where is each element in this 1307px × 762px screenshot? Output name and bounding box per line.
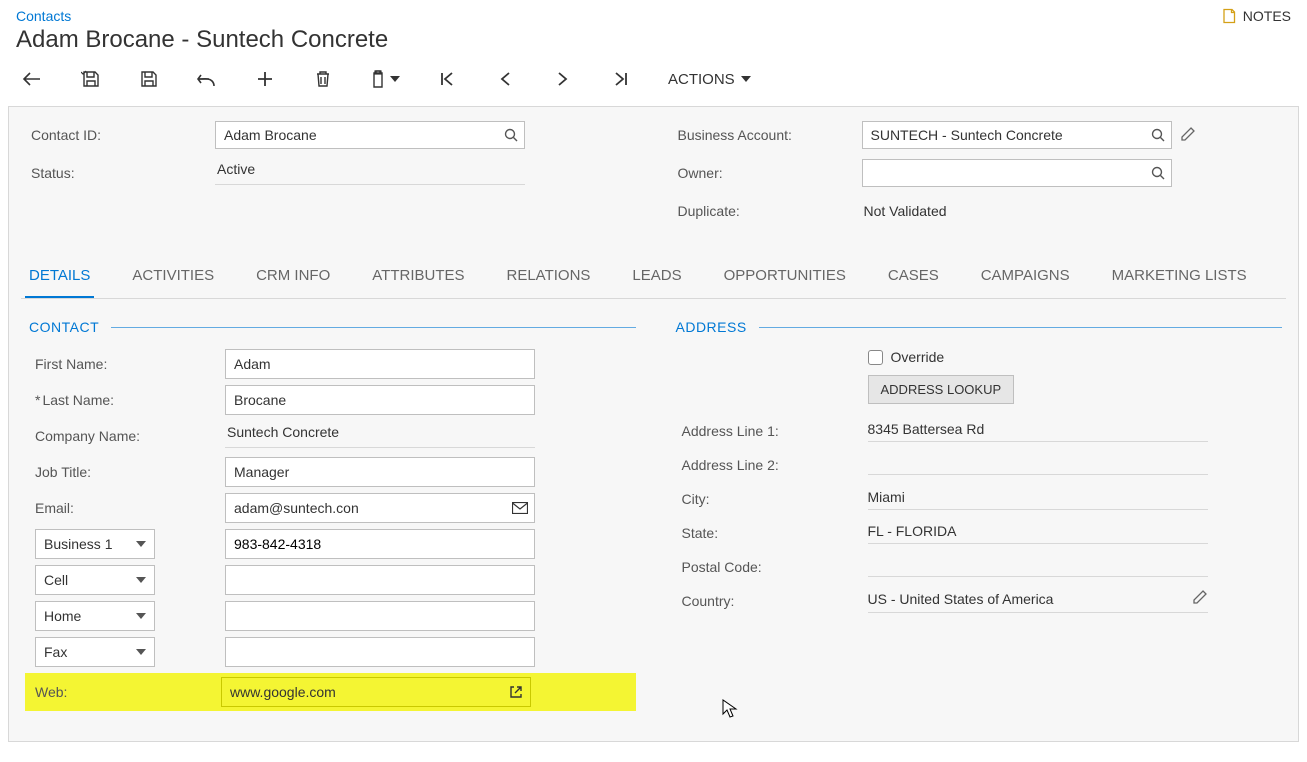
chevron-down-icon — [136, 577, 146, 583]
state-value: FL - FLORIDA — [868, 523, 1208, 544]
tab-opportunities[interactable]: OPPORTUNITIES — [720, 257, 850, 298]
last-name-label: *Last Name: — [35, 392, 225, 408]
actions-label: ACTIONS — [668, 71, 735, 88]
contact-id-input[interactable] — [215, 121, 525, 149]
address-line2-label: Address Line 2: — [682, 457, 868, 473]
phone-input-1[interactable] — [225, 565, 535, 595]
job-title-input[interactable] — [225, 457, 535, 487]
tab-attributes[interactable]: ATTRIBUTES — [368, 257, 468, 298]
address-line2-value — [868, 455, 1208, 475]
edit-pencil-icon[interactable] — [1180, 126, 1196, 145]
search-icon[interactable] — [503, 127, 519, 143]
notes-button[interactable]: NOTES — [1221, 8, 1291, 24]
search-icon[interactable] — [1150, 127, 1166, 143]
phone-type-select-2[interactable]: Home — [35, 601, 155, 631]
contact-section-title: CONTACT — [29, 319, 99, 335]
address-lookup-button[interactable]: ADDRESS LOOKUP — [868, 375, 1015, 404]
last-name-input[interactable] — [225, 385, 535, 415]
phone-type-label: Home — [44, 608, 81, 624]
business-account-input[interactable] — [862, 121, 1172, 149]
breadcrumb-contacts[interactable]: Contacts — [16, 8, 388, 24]
phone-input-3[interactable] — [225, 637, 535, 667]
search-icon[interactable] — [1150, 165, 1166, 181]
status-label: Status: — [25, 165, 215, 181]
first-record-button[interactable] — [436, 68, 458, 90]
phone-input-2[interactable] — [225, 601, 535, 631]
chevron-down-icon — [390, 76, 400, 82]
last-record-button[interactable] — [610, 68, 632, 90]
phone-type-select-0[interactable]: Business 1 — [35, 529, 155, 559]
contact-id-label: Contact ID: — [25, 127, 215, 143]
actions-menu[interactable]: ACTIONS — [668, 71, 751, 88]
postal-code-value — [868, 557, 1208, 577]
owner-label: Owner: — [672, 165, 862, 181]
phone-input-0[interactable] — [225, 529, 535, 559]
web-input[interactable] — [221, 677, 531, 707]
phone-type-label: Fax — [44, 644, 67, 660]
mouse-cursor-icon — [722, 699, 738, 719]
note-icon — [1221, 8, 1237, 24]
country-label: Country: — [682, 593, 868, 609]
external-link-icon[interactable] — [507, 683, 525, 701]
duplicate-value: Not Validated — [862, 203, 947, 219]
job-title-label: Job Title: — [35, 464, 225, 480]
web-label: Web: — [35, 684, 221, 700]
phone-type-select-3[interactable]: Fax — [35, 637, 155, 667]
city-value: Miami — [868, 489, 1208, 510]
tab-leads[interactable]: LEADS — [628, 257, 685, 298]
first-name-input[interactable] — [225, 349, 535, 379]
next-record-button[interactable] — [552, 68, 574, 90]
first-name-label: First Name: — [35, 356, 225, 372]
back-button[interactable] — [22, 68, 44, 90]
add-button[interactable] — [254, 68, 276, 90]
save-and-close-button[interactable] — [80, 68, 102, 90]
address-line1-label: Address Line 1: — [682, 423, 868, 439]
delete-button[interactable] — [312, 68, 334, 90]
chevron-down-icon — [136, 541, 146, 547]
country-value: US - United States of America — [868, 591, 1184, 607]
address-line1-value: 8345 Battersea Rd — [868, 421, 1208, 442]
phone-type-label: Business 1 — [44, 536, 112, 552]
address-section-title: ADDRESS — [676, 319, 747, 335]
email-input[interactable] — [225, 493, 535, 523]
tab-relations[interactable]: RELATIONS — [503, 257, 595, 298]
override-label: Override — [891, 349, 945, 365]
last-name-label-text: Last Name: — [42, 392, 114, 408]
status-value: Active — [215, 161, 525, 185]
phone-type-label: Cell — [44, 572, 68, 588]
tab-details[interactable]: DETAILS — [25, 257, 94, 299]
section-divider — [111, 327, 635, 328]
edit-pencil-icon[interactable] — [1192, 589, 1208, 608]
save-button[interactable] — [138, 68, 160, 90]
page-title: Adam Brocane - Suntech Concrete — [16, 26, 388, 54]
company-name-value: Suntech Concrete — [225, 424, 535, 448]
owner-input[interactable] — [862, 159, 1172, 187]
phone-type-select-1[interactable]: Cell — [35, 565, 155, 595]
tab-campaigns[interactable]: CAMPAIGNS — [977, 257, 1074, 298]
override-checkbox[interactable] — [868, 350, 883, 365]
city-label: City: — [682, 491, 868, 507]
toolbar: ACTIONS — [0, 54, 1307, 106]
section-divider — [759, 327, 1282, 328]
tab-cases[interactable]: CASES — [884, 257, 943, 298]
company-name-label: Company Name: — [35, 428, 225, 444]
business-account-label: Business Account: — [672, 127, 862, 143]
web-row-highlight: Web: — [25, 673, 636, 711]
postal-code-label: Postal Code: — [682, 559, 868, 575]
notes-label: NOTES — [1243, 8, 1291, 24]
duplicate-label: Duplicate: — [672, 203, 862, 219]
chevron-down-icon — [136, 613, 146, 619]
tab-bar: DETAILS ACTIVITIES CRM INFO ATTRIBUTES RELAT… — [21, 257, 1286, 299]
mail-icon[interactable] — [511, 499, 529, 517]
undo-button[interactable] — [196, 68, 218, 90]
chevron-down-icon — [741, 76, 751, 82]
state-label: State: — [682, 525, 868, 541]
chevron-down-icon — [136, 649, 146, 655]
tab-activities[interactable]: ACTIVITIES — [128, 257, 218, 298]
email-label: Email: — [35, 500, 225, 516]
tab-marketing-lists[interactable]: MARKETING LISTS — [1108, 257, 1251, 298]
clipboard-button[interactable] — [370, 70, 400, 88]
tab-crm-info[interactable]: CRM INFO — [252, 257, 334, 298]
prev-record-button[interactable] — [494, 68, 516, 90]
